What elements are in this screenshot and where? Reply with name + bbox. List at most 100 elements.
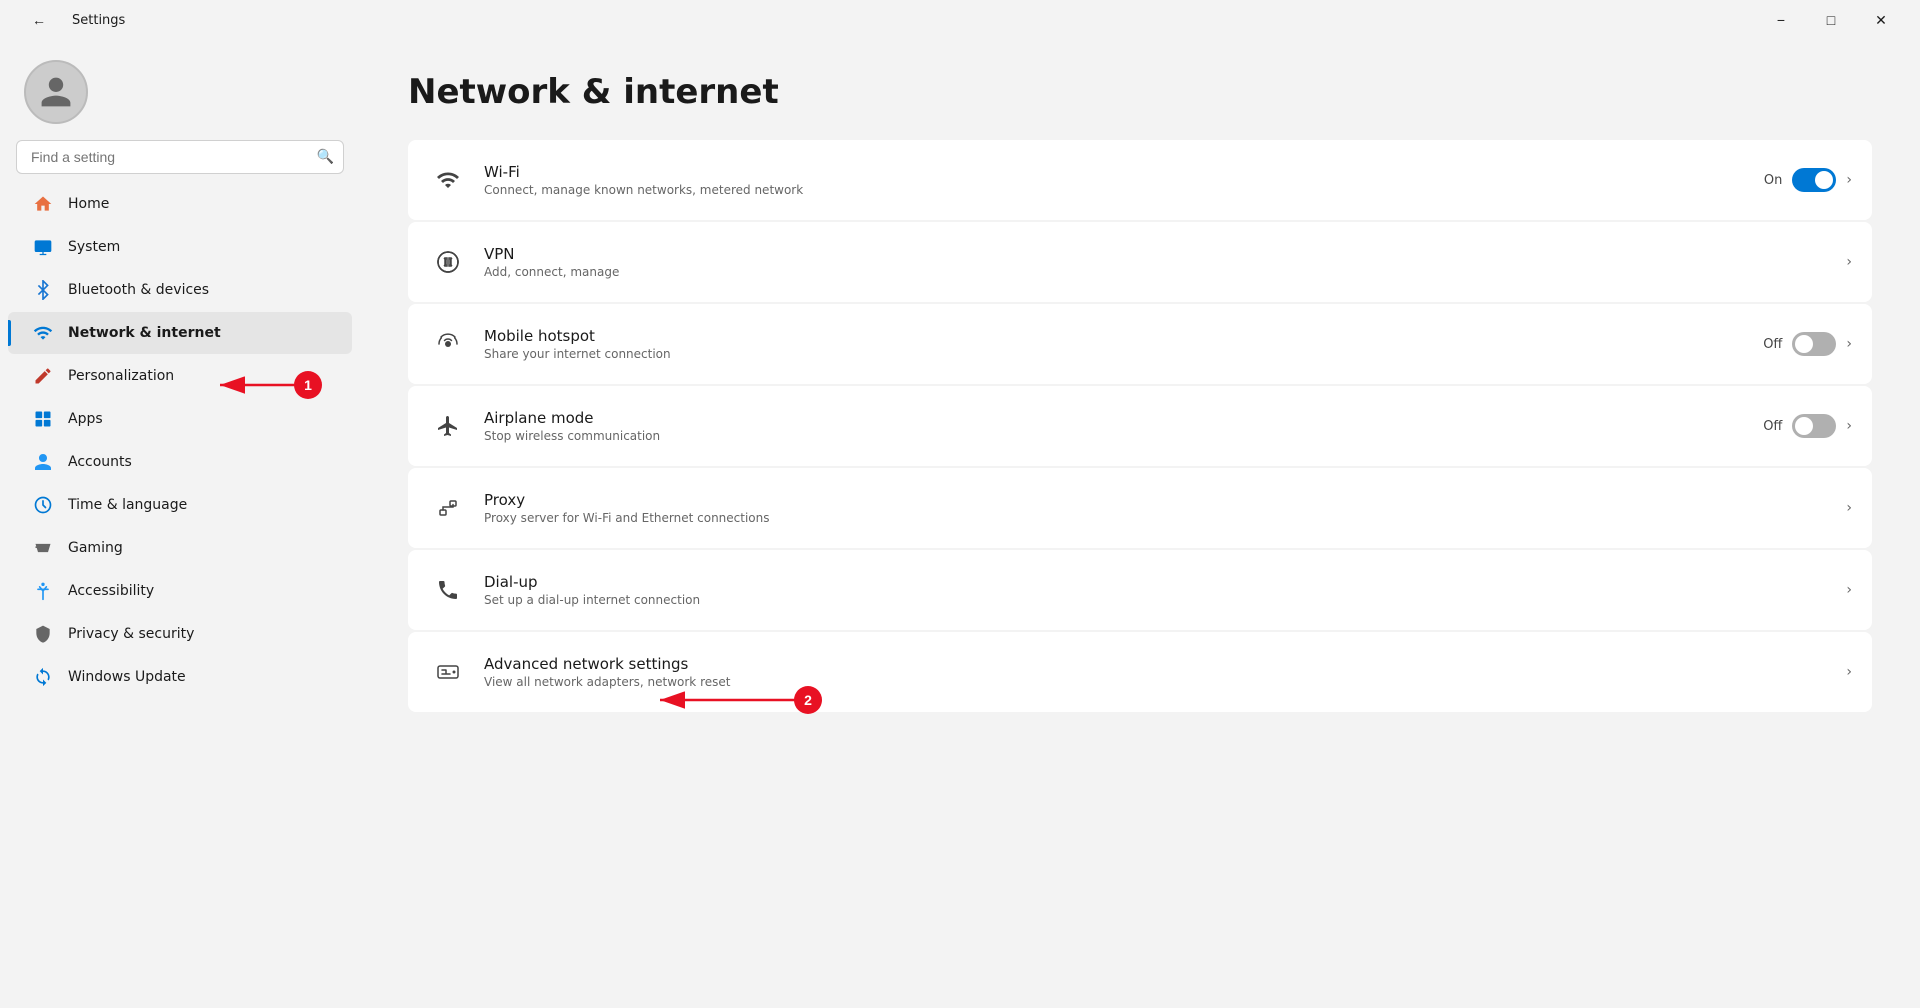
airplane-icon xyxy=(428,406,468,446)
toggle-label-hotspot: Off xyxy=(1763,337,1782,352)
sidebar-item-privacy[interactable]: Privacy & security xyxy=(8,613,352,655)
close-button[interactable]: ✕ xyxy=(1858,4,1904,36)
setting-text-advanced: Advanced network settings View all netwo… xyxy=(484,655,1830,689)
accessibility-icon xyxy=(32,580,54,602)
sidebar-item-system[interactable]: System xyxy=(8,226,352,268)
chevron-advanced: › xyxy=(1846,664,1852,680)
setting-desc-vpn: Add, connect, manage xyxy=(484,265,1830,279)
toggle-wifi[interactable] xyxy=(1792,168,1836,192)
main-wrapper: Network & internet Wi-Fi Connect, manage… xyxy=(360,40,1920,1008)
gaming-icon xyxy=(32,537,54,559)
app-title: Settings xyxy=(72,13,125,28)
setting-control-proxy: › xyxy=(1846,500,1852,516)
system-icon xyxy=(32,236,54,258)
user-icon xyxy=(38,74,74,110)
sidebar-item-label: Accessibility xyxy=(68,583,154,599)
setting-text-proxy: Proxy Proxy server for Wi-Fi and Etherne… xyxy=(484,491,1830,525)
page-title: Network & internet xyxy=(408,72,1872,112)
setting-name-vpn: VPN xyxy=(484,245,1830,263)
settings-list: Wi-Fi Connect, manage known networks, me… xyxy=(408,140,1872,712)
setting-name-hotspot: Mobile hotspot xyxy=(484,327,1747,345)
sidebar-nav: Home System Bluetooth & devices Network … xyxy=(0,182,360,699)
sidebar-item-gaming[interactable]: Gaming xyxy=(8,527,352,569)
setting-item-airplane[interactable]: Airplane mode Stop wireless communicatio… xyxy=(408,386,1872,466)
toggle-airplane[interactable] xyxy=(1792,414,1836,438)
sidebar: 🔍 Home System Bluetooth & devices Networ… xyxy=(0,40,360,1008)
search-input[interactable] xyxy=(16,140,344,174)
network-icon xyxy=(32,322,54,344)
toggle-hotspot[interactable] xyxy=(1792,332,1836,356)
setting-item-advanced[interactable]: Advanced network settings View all netwo… xyxy=(408,632,1872,712)
apps-icon xyxy=(32,408,54,430)
setting-desc-proxy: Proxy server for Wi-Fi and Ethernet conn… xyxy=(484,511,1830,525)
chevron-hotspot: › xyxy=(1846,336,1852,352)
hotspot-icon xyxy=(428,324,468,364)
sidebar-item-home[interactable]: Home xyxy=(8,183,352,225)
setting-text-vpn: VPN Add, connect, manage xyxy=(484,245,1830,279)
sidebar-item-network[interactable]: Network & internet xyxy=(8,312,352,354)
vpn-icon xyxy=(428,242,468,282)
setting-desc-advanced: View all network adapters, network reset xyxy=(484,675,1830,689)
content-with-annotations: Network & internet Wi-Fi Connect, manage… xyxy=(360,40,1920,1008)
setting-name-airplane: Airplane mode xyxy=(484,409,1747,427)
setting-control-advanced: › xyxy=(1846,664,1852,680)
setting-control-wifi: On › xyxy=(1764,168,1852,192)
setting-name-proxy: Proxy xyxy=(484,491,1830,509)
chevron-airplane: › xyxy=(1846,418,1852,434)
accounts-icon xyxy=(32,451,54,473)
app-body: 🔍 Home System Bluetooth & devices Networ… xyxy=(0,40,1920,1008)
setting-item-vpn[interactable]: VPN Add, connect, manage › xyxy=(408,222,1872,302)
sidebar-item-label: Gaming xyxy=(68,540,123,556)
toggle-thumb-airplane xyxy=(1795,417,1813,435)
sidebar-item-time[interactable]: Time & language xyxy=(8,484,352,526)
wifi-icon xyxy=(428,160,468,200)
chevron-vpn: › xyxy=(1846,254,1852,270)
toggle-label-wifi: On xyxy=(1764,173,1782,188)
setting-text-wifi: Wi-Fi Connect, manage known networks, me… xyxy=(484,163,1748,197)
setting-item-hotspot[interactable]: Mobile hotspot Share your internet conne… xyxy=(408,304,1872,384)
sidebar-item-apps[interactable]: Apps xyxy=(8,398,352,440)
setting-item-wifi[interactable]: Wi-Fi Connect, manage known networks, me… xyxy=(408,140,1872,220)
bluetooth-icon xyxy=(32,279,54,301)
sidebar-item-label: Home xyxy=(68,196,109,212)
sidebar-item-accessibility[interactable]: Accessibility xyxy=(8,570,352,612)
chevron-dialup: › xyxy=(1846,582,1852,598)
window-controls: − □ ✕ xyxy=(1758,4,1904,36)
profile-section xyxy=(0,40,360,140)
sidebar-item-bluetooth[interactable]: Bluetooth & devices xyxy=(8,269,352,311)
setting-item-dialup[interactable]: Dial-up Set up a dial-up internet connec… xyxy=(408,550,1872,630)
setting-name-advanced: Advanced network settings xyxy=(484,655,1830,673)
sidebar-item-personalization[interactable]: Personalization xyxy=(8,355,352,397)
setting-desc-wifi: Connect, manage known networks, metered … xyxy=(484,183,1748,197)
chevron-proxy: › xyxy=(1846,500,1852,516)
sidebar-item-label: System xyxy=(68,239,120,255)
title-bar-left: ← Settings xyxy=(16,4,125,36)
sidebar-item-label: Personalization xyxy=(68,368,174,384)
setting-desc-airplane: Stop wireless communication xyxy=(484,429,1747,443)
setting-desc-hotspot: Share your internet connection xyxy=(484,347,1747,361)
maximize-button[interactable]: □ xyxy=(1808,4,1854,36)
toggle-label-airplane: Off xyxy=(1763,419,1782,434)
setting-text-airplane: Airplane mode Stop wireless communicatio… xyxy=(484,409,1747,443)
advanced-icon xyxy=(428,652,468,692)
title-bar: ← Settings − □ ✕ xyxy=(0,0,1920,40)
chevron-wifi: › xyxy=(1846,172,1852,188)
proxy-icon xyxy=(428,488,468,528)
sidebar-item-label: Accounts xyxy=(68,454,132,470)
sidebar-item-accounts[interactable]: Accounts xyxy=(8,441,352,483)
sidebar-item-label: Windows Update xyxy=(68,669,186,685)
minimize-button[interactable]: − xyxy=(1758,4,1804,36)
setting-item-proxy[interactable]: Proxy Proxy server for Wi-Fi and Etherne… xyxy=(408,468,1872,548)
toggle-thumb-wifi xyxy=(1815,171,1833,189)
avatar xyxy=(24,60,88,124)
sidebar-item-windowsupdate[interactable]: Windows Update xyxy=(8,656,352,698)
setting-text-dialup: Dial-up Set up a dial-up internet connec… xyxy=(484,573,1830,607)
back-button[interactable]: ← xyxy=(16,4,62,36)
sidebar-item-label: Bluetooth & devices xyxy=(68,282,209,298)
sidebar-item-label: Network & internet xyxy=(68,325,221,341)
dialup-icon xyxy=(428,570,468,610)
privacy-icon xyxy=(32,623,54,645)
main-content: Network & internet Wi-Fi Connect, manage… xyxy=(360,40,1920,744)
setting-control-airplane: Off › xyxy=(1763,414,1852,438)
home-icon xyxy=(32,193,54,215)
